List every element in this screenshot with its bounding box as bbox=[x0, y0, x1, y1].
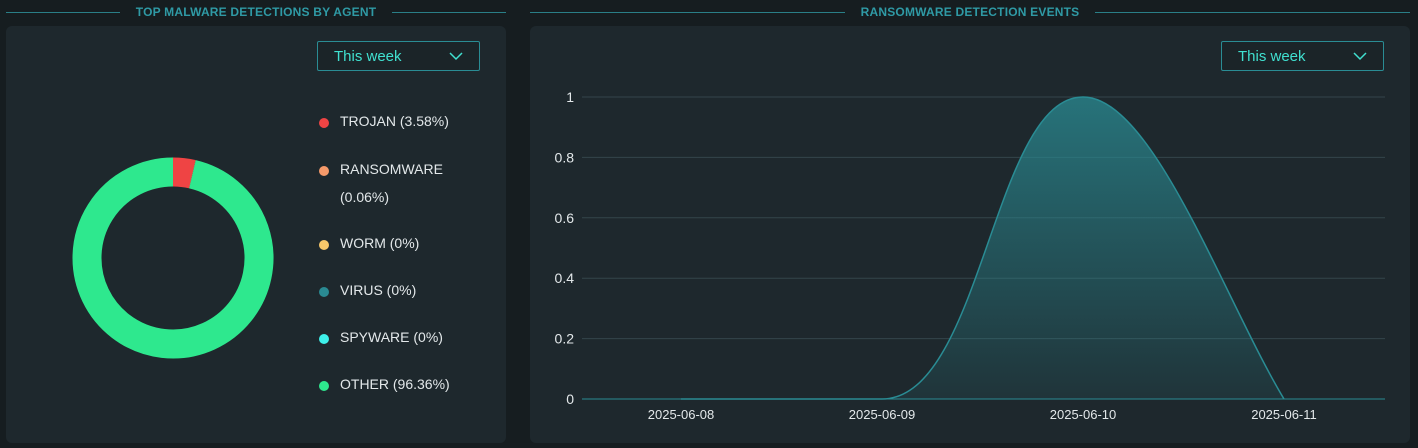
legend-dot bbox=[319, 118, 329, 128]
y-tick-label: 1 bbox=[566, 89, 574, 105]
divider-line bbox=[1095, 11, 1410, 13]
malware-period-dropdown[interactable]: This week bbox=[317, 41, 480, 71]
y-tick-label: 0.8 bbox=[555, 149, 575, 165]
legend-item[interactable]: OTHER (96.36%) bbox=[319, 376, 450, 398]
area-fill bbox=[681, 97, 1284, 399]
y-tick-label: 0.2 bbox=[555, 331, 575, 347]
legend-item[interactable]: SPYWARE (0%) bbox=[319, 329, 450, 351]
chevron-down-icon bbox=[449, 52, 463, 61]
donut-chart bbox=[72, 157, 274, 359]
malware-section-title: TOP MALWARE DETECTIONS BY AGENT bbox=[135, 5, 377, 19]
malware-panel: This week TROJAN (3.58%) RANSOMWARE (0.06… bbox=[6, 26, 506, 443]
x-tick-label: 2025-06-11 bbox=[1251, 407, 1317, 422]
area-chart: 0 0.2 0.4 0.6 0.8 1 2025-06-08 2025-06-09 2025-0… bbox=[555, 89, 1385, 422]
ransomware-section-title: RANSOMWARE DETECTION EVENTS bbox=[860, 5, 1080, 19]
legend-item[interactable]: WORM (0%) bbox=[319, 235, 450, 257]
y-tick-label: 0.6 bbox=[555, 210, 575, 226]
divider-line bbox=[530, 11, 845, 13]
y-tick-label: 0.4 bbox=[555, 270, 575, 286]
legend-item[interactable]: VIRUS (0%) bbox=[319, 282, 450, 304]
divider-line bbox=[392, 11, 507, 13]
x-tick-label: 2025-06-09 bbox=[849, 407, 916, 422]
legend-label: WORM (0%) bbox=[340, 235, 420, 251]
legend-dot bbox=[319, 334, 329, 344]
area-data-point[interactable] bbox=[1081, 95, 1085, 99]
legend-dot bbox=[319, 240, 329, 250]
legend-label: SPYWARE (0%) bbox=[340, 329, 443, 345]
ransomware-panel: This week 0 0.2 0.4 0.6 0.8 1 2025-06-08 2025-0… bbox=[530, 26, 1410, 443]
donut-slice-0[interactable] bbox=[172, 157, 196, 189]
dropdown-value: This week bbox=[334, 47, 402, 65]
divider-line bbox=[6, 11, 120, 13]
legend-label: TROJAN (3.58%) bbox=[340, 113, 449, 129]
legend-dot bbox=[319, 287, 329, 297]
x-tick-label: 2025-06-08 bbox=[648, 407, 715, 422]
legend-dot bbox=[319, 381, 329, 391]
donut-slice-5[interactable] bbox=[72, 157, 274, 359]
area-data-point[interactable] bbox=[1282, 397, 1286, 401]
x-tick-label: 2025-06-10 bbox=[1050, 407, 1117, 422]
legend-label: OTHER (96.36%) bbox=[340, 376, 450, 392]
legend-dot bbox=[319, 166, 329, 176]
y-tick-label: 0 bbox=[566, 391, 574, 407]
malware-section-header: TOP MALWARE DETECTIONS BY AGENT bbox=[6, 0, 507, 24]
area-data-point[interactable] bbox=[679, 397, 683, 401]
area-data-point[interactable] bbox=[880, 397, 884, 401]
legend-label: RANSOMWARE (0.06%) bbox=[340, 161, 443, 205]
legend-item[interactable]: RANSOMWARE (0.06%) bbox=[319, 161, 450, 211]
ransomware-section-header: RANSOMWARE DETECTION EVENTS bbox=[530, 0, 1410, 24]
legend-label: VIRUS (0%) bbox=[340, 282, 417, 298]
legend-item[interactable]: TROJAN (3.58%) bbox=[319, 113, 450, 135]
